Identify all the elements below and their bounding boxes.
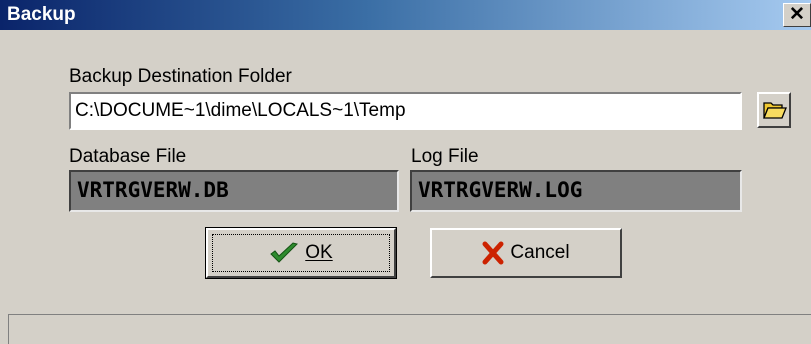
status-bar xyxy=(8,314,811,344)
log-file-label: Log File xyxy=(411,146,479,167)
checkmark-icon xyxy=(270,242,299,263)
backup-dialog: Backup ✕ Backup Destination Folder C:\DO… xyxy=(0,0,811,344)
x-icon xyxy=(482,241,504,265)
destination-label: Backup Destination Folder xyxy=(69,66,292,87)
close-button[interactable]: ✕ xyxy=(783,3,811,27)
log-file-value: VRTRGVERW.LOG xyxy=(410,170,742,212)
window-title: Backup xyxy=(7,4,76,25)
ok-button-label: OK xyxy=(305,242,333,263)
folder-open-icon xyxy=(763,102,787,119)
title-bar[interactable]: Backup ✕ xyxy=(0,0,811,30)
cancel-button-label: Cancel xyxy=(510,242,570,263)
destination-folder-input[interactable]: C:\DOCUME~1\dime\LOCALS~1\Temp xyxy=(69,92,742,130)
ok-button[interactable]: OK xyxy=(205,227,397,279)
cancel-button[interactable]: Cancel xyxy=(430,228,622,278)
database-file-value: VRTRGVERW.DB xyxy=(69,170,399,212)
database-file-label: Database File xyxy=(69,146,187,167)
close-icon: ✕ xyxy=(789,4,805,25)
browse-folder-button[interactable] xyxy=(757,92,791,128)
